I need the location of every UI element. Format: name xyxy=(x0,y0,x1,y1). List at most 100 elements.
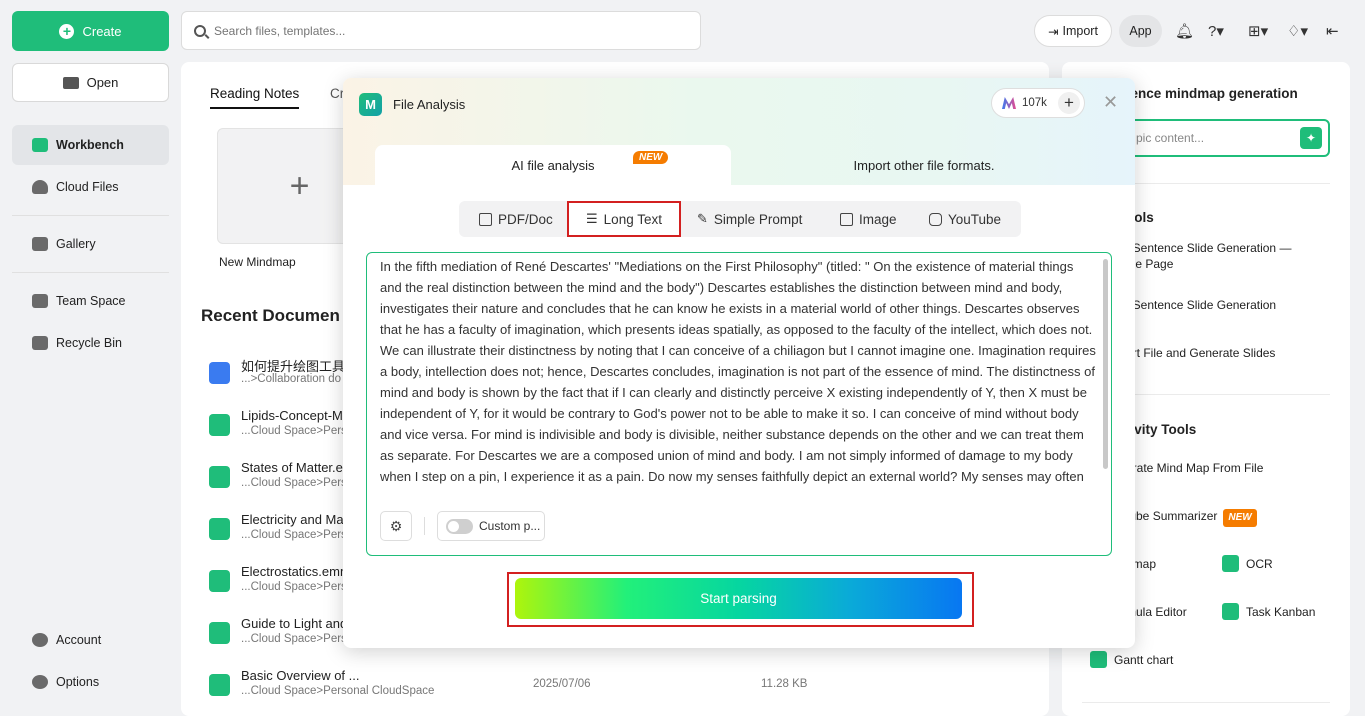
productivity-item[interactable]: tube Summarizer NEW xyxy=(1126,508,1346,527)
sidebar-item-label: Workbench xyxy=(56,138,124,152)
app-label: App xyxy=(1129,24,1152,38)
segment-simple-prompt[interactable]: ✎ Simple Prompt xyxy=(697,201,802,237)
productivity-item[interactable]: erate Mind Map From File xyxy=(1126,460,1306,476)
doc-name: Electricity and Ma xyxy=(241,512,344,527)
search-bar[interactable] xyxy=(181,11,701,50)
youtube-icon xyxy=(929,212,942,226)
doc-name: Electrostatics.emm xyxy=(241,564,351,579)
custom-prompt-toggle[interactable]: Custom p... xyxy=(437,511,545,541)
gear-icon xyxy=(32,675,48,689)
input-type-selector: PDF/Doc ☰ Long Text ✎ Simple Prompt Imag… xyxy=(459,201,1021,237)
productivity-item[interactable]: Task Kanban xyxy=(1246,604,1346,620)
open-button[interactable]: Open xyxy=(12,63,169,102)
segment-image[interactable]: Image xyxy=(840,201,897,237)
tab-reading-notes[interactable]: Reading Notes xyxy=(210,86,300,109)
topic-placeholder: pic content... xyxy=(1136,131,1205,145)
productivity-item[interactable]: emap xyxy=(1126,556,1226,572)
mindmap-file-icon xyxy=(209,622,230,644)
mindmap-file-icon xyxy=(209,674,230,696)
settings-button[interactable]: ⚙ xyxy=(380,511,412,541)
sidebar-item-account[interactable]: Account xyxy=(12,620,169,660)
mindmap-generation-title: tence mindmap generation xyxy=(1126,86,1298,101)
doc-path: ...Cloud Space>Pers xyxy=(241,425,347,437)
create-button[interactable]: + Create xyxy=(12,11,169,51)
scrollbar[interactable] xyxy=(1103,259,1108,469)
close-icon[interactable]: ✕ xyxy=(1103,92,1118,113)
sidebar-item-label: Gallery xyxy=(56,237,96,251)
trash-icon xyxy=(32,336,48,350)
doc-path: ...Cloud Space>Pers xyxy=(241,633,347,645)
segment-long-text[interactable]: ☰ Long Text xyxy=(567,201,681,237)
segment-label: Image xyxy=(859,211,897,227)
custom-prompt-label: Custom p... xyxy=(479,519,541,533)
folder-icon xyxy=(62,76,79,89)
import-icon: ⇥ xyxy=(1048,24,1059,39)
tab-ai-file-analysis[interactable]: AI file analysis NEW xyxy=(375,145,731,185)
sidebar-item-label: Account xyxy=(56,633,102,647)
apps-grid-icon[interactable]: ⊞▾ xyxy=(1248,22,1268,40)
shirt-icon[interactable]: ♢▾ xyxy=(1287,22,1308,40)
import-button[interactable]: ⇥ Import xyxy=(1034,15,1112,47)
new-badge: NEW xyxy=(633,151,669,164)
cloud-icon xyxy=(32,180,48,194)
workbench-icon xyxy=(32,138,48,152)
plus-icon: + xyxy=(59,23,75,39)
doc-row[interactable]: Basic Overview of ... ...Cloud Space>Per… xyxy=(209,668,1029,712)
sidebar-item-label: Recycle Bin xyxy=(56,336,122,350)
help-icon[interactable]: ?▾ xyxy=(1208,22,1224,40)
productivity-item[interactable]: OCR xyxy=(1246,556,1346,572)
mindmap-file-icon xyxy=(209,570,230,592)
sidebar-item-workbench[interactable]: Workbench xyxy=(12,125,169,165)
long-text-textarea[interactable]: In the fifth mediation of René Descartes… xyxy=(366,252,1112,556)
doc-path: ...Cloud Space>Pers xyxy=(241,529,347,541)
sidebar-item-options[interactable]: Options xyxy=(12,662,169,702)
generate-icon[interactable]: ✦ xyxy=(1300,127,1322,149)
add-credits-button[interactable]: + xyxy=(1058,92,1080,114)
app-button[interactable]: App xyxy=(1119,15,1162,47)
image-icon xyxy=(840,212,853,226)
sidebar: + Create Open Workbench Cloud Files Gall… xyxy=(0,0,181,716)
tool-item[interactable]: –Sentence Slide Generation — gle Page xyxy=(1126,240,1306,272)
sidebar-divider xyxy=(12,215,169,216)
sidebar-item-cloud-files[interactable]: Cloud Files xyxy=(12,167,169,207)
credits-icon xyxy=(1002,97,1016,109)
mindmap-file-icon xyxy=(209,466,230,488)
sidebar-item-label: Cloud Files xyxy=(56,180,119,194)
gallery-icon xyxy=(32,237,48,251)
segment-pdf-doc[interactable]: PDF/Doc xyxy=(479,201,553,237)
credits-badge[interactable]: 107k + xyxy=(991,88,1085,118)
productivity-item[interactable]: mula Editor xyxy=(1126,604,1226,620)
gear-icon: ⚙ xyxy=(389,518,403,534)
sidebar-item-team-space[interactable]: Team Space xyxy=(12,281,169,321)
productivity-item-label: tube Summarizer xyxy=(1126,509,1218,523)
bell-icon[interactable]: 🔔︎ xyxy=(1175,22,1194,40)
ocr-icon xyxy=(1222,555,1239,572)
sidebar-item-gallery[interactable]: Gallery xyxy=(12,224,169,264)
sidebar-item-recycle-bin[interactable]: Recycle Bin xyxy=(12,323,169,363)
long-text-content: In the fifth mediation of René Descartes… xyxy=(380,259,1096,484)
collapse-icon[interactable]: ⇤ xyxy=(1326,22,1339,40)
sidebar-divider xyxy=(12,272,169,273)
kanban-icon xyxy=(1222,603,1239,620)
tool-item[interactable]: ort File and Generate Slides xyxy=(1126,345,1306,361)
doc-name: Guide to Light and xyxy=(241,616,348,631)
new-mindmap-label: New Mindmap xyxy=(219,255,296,269)
search-input[interactable] xyxy=(214,23,674,38)
credits-value: 107k xyxy=(1022,97,1047,109)
toggle-switch[interactable] xyxy=(446,518,473,534)
productivity-item[interactable]: Gantt chart xyxy=(1114,652,1294,668)
segment-label: PDF/Doc xyxy=(498,211,553,227)
file-analysis-modal: M File Analysis 107k + ✕ AI file analysi… xyxy=(343,78,1135,648)
tool-item[interactable]: –Sentence Slide Generation xyxy=(1126,297,1306,313)
start-parsing-button[interactable]: Start parsing xyxy=(515,578,962,619)
doc-name: Lipids-Concept-M xyxy=(241,408,343,423)
segment-youtube[interactable]: YouTube xyxy=(929,201,1001,237)
sidebar-item-label: Team Space xyxy=(56,294,126,308)
topic-input[interactable]: pic content... ✦ xyxy=(1124,119,1330,157)
segment-label: YouTube xyxy=(948,211,1002,227)
text-lines-icon: ☰ xyxy=(586,211,598,226)
modal-title: File Analysis xyxy=(393,97,466,112)
doc-path: ...Cloud Space>Pers xyxy=(241,477,347,489)
tab-import-other-formats[interactable]: Import other file formats. xyxy=(731,158,1117,173)
new-badge: NEW xyxy=(1223,509,1257,527)
